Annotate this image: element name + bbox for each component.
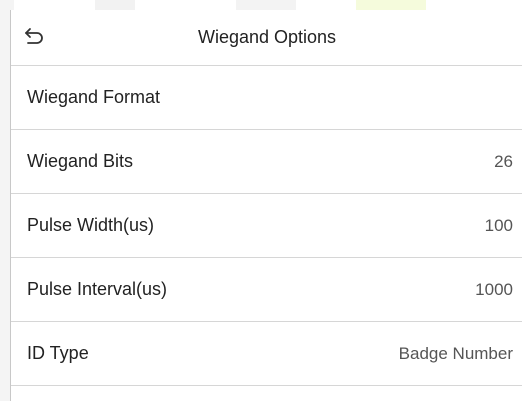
row-label: Wiegand Bits [27,151,134,171]
settings-panel: Wiegand Options Wiegand Format Wiegand B… [10,10,522,401]
row-value: 100 [484,215,513,235]
wiegand-format-row[interactable]: Wiegand Format [11,66,522,130]
back-button[interactable] [21,24,49,52]
id-type-row[interactable]: ID Type Badge Number [11,322,522,386]
row-value: 26 [494,151,513,171]
pulse-width-row[interactable]: Pulse Width(us) 100 [11,194,522,258]
page-title: Wiegand Options [197,27,337,47]
row-label: Pulse Width(us) [27,215,155,235]
row-value: 1000 [475,279,513,299]
row-label: Wiegand Format [27,87,161,107]
row-label: Pulse Interval(us) [27,279,168,299]
pulse-interval-row[interactable]: Pulse Interval(us) 1000 [11,258,522,322]
wiegand-options-screen: Wiegand Options Wiegand Format Wiegand B… [0,0,522,401]
row-label: ID Type [27,343,89,363]
row-value: Badge Number [398,343,513,363]
back-arrow-icon [24,26,46,51]
wiegand-bits-row[interactable]: Wiegand Bits 26 [11,130,522,194]
header-bar: Wiegand Options [11,10,522,66]
